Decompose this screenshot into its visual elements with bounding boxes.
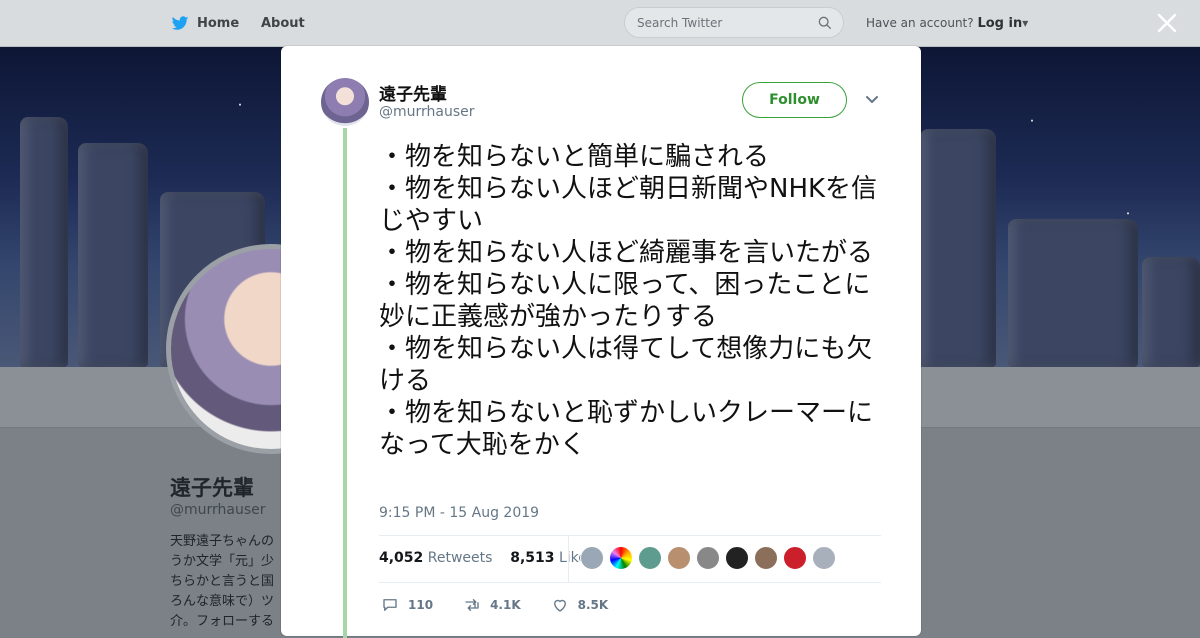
liker-avatar[interactable] <box>580 546 604 570</box>
like-button[interactable]: 8.5K <box>551 596 609 614</box>
banner-stone <box>1008 219 1138 367</box>
profile-name: 遠子先輩 <box>170 476 254 500</box>
search-icon[interactable] <box>817 15 833 31</box>
tweet-actions: 110 4.1K 8.5K <box>381 596 608 614</box>
stats-divider-bottom <box>379 582 881 583</box>
banner-stone <box>78 143 148 367</box>
search-placeholder: Search Twitter <box>637 16 723 30</box>
liker-avatar[interactable] <box>812 546 836 570</box>
liker-avatar[interactable] <box>667 546 691 570</box>
liker-avatar[interactable] <box>696 546 720 570</box>
tweet-timestamp[interactable]: 9:15 PM - 15 Aug 2019 <box>379 505 539 521</box>
tweet-modal: 遠子先輩 @murrhauser Follow ・物を知らないと簡単に騙される … <box>281 46 921 638</box>
banner-stone <box>20 117 68 367</box>
heart-icon[interactable] <box>551 596 569 614</box>
account-area: Have an account? Log in▾ <box>866 16 1028 31</box>
liker-avatar[interactable] <box>609 546 633 570</box>
close-icon[interactable] <box>1155 11 1179 35</box>
about-link[interactable]: About <box>261 0 305 46</box>
tweet-author-handle[interactable]: @murrhauser <box>379 104 475 120</box>
top-navigation: Home About Search Twitter Have an accoun… <box>0 0 1200 47</box>
retweets-count[interactable]: 4,052 <box>379 550 423 566</box>
thread-line <box>343 128 347 638</box>
tweet-author-avatar[interactable] <box>321 78 369 126</box>
about-label: About <box>261 15 305 31</box>
account-prompt: Have an account? <box>866 16 974 30</box>
chevron-down-icon[interactable] <box>865 94 879 106</box>
banner-stone <box>1142 257 1200 367</box>
reply-icon[interactable] <box>381 596 399 614</box>
likes-count[interactable]: 8,513 <box>510 550 554 566</box>
retweet-count: 4.1K <box>490 598 521 612</box>
profile-bio: 天野遠子ちゃんの うか文学「元」少 ちらかと言うと国 ろんな意味で）ツ 介。フォ… <box>170 534 275 629</box>
home-link[interactable]: Home <box>170 0 239 46</box>
reply-button[interactable]: 110 <box>381 596 433 614</box>
twitter-bird-icon <box>171 16 189 30</box>
retweet-icon[interactable] <box>463 596 481 614</box>
login-link[interactable]: Log in <box>977 16 1022 31</box>
like-count: 8.5K <box>577 598 609 612</box>
stats-vertical-divider <box>568 536 569 582</box>
follow-button[interactable]: Follow <box>742 82 847 118</box>
stats-divider-top <box>379 535 881 536</box>
tweet-text: ・物を知らないと簡単に騙される ・物を知らない人ほど朝日新聞やNHKを信じやすい… <box>379 142 878 460</box>
liker-avatar[interactable] <box>783 546 807 570</box>
banner-stone <box>920 129 996 367</box>
liker-avatar[interactable] <box>754 546 778 570</box>
login-chevron-icon[interactable]: ▾ <box>1022 16 1028 30</box>
retweet-button[interactable]: 4.1K <box>463 596 521 614</box>
liker-avatars <box>580 546 836 570</box>
liker-avatar[interactable] <box>725 546 749 570</box>
retweets-label[interactable]: Retweets <box>428 550 493 566</box>
liker-avatar[interactable] <box>638 546 662 570</box>
profile-handle[interactable]: @murrhauser <box>170 502 266 518</box>
tweet-stats: 4,052 Retweets 8,513 Likes <box>379 550 594 566</box>
search-input[interactable]: Search Twitter <box>624 7 844 38</box>
tweet-author-name[interactable]: 遠子先輩 <box>379 80 447 105</box>
reply-count: 110 <box>408 598 434 612</box>
home-label: Home <box>197 15 240 31</box>
